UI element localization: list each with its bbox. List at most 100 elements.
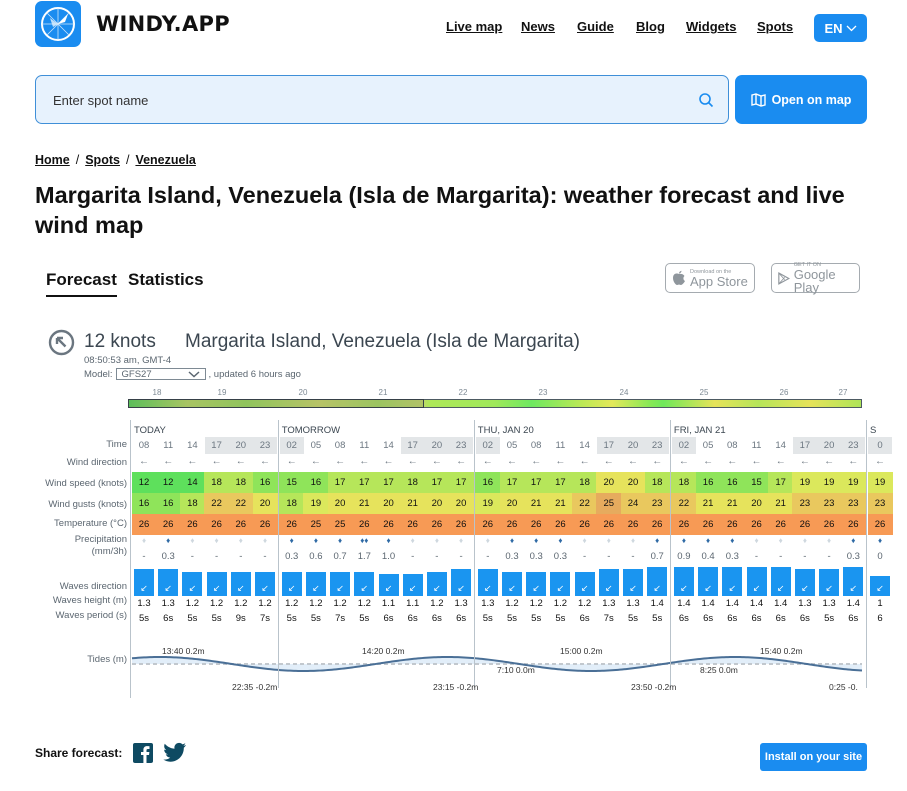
search-input[interactable] <box>53 90 673 110</box>
nav-live-map[interactable]: Live map <box>446 19 502 34</box>
raindrop-icon: ♦♦ <box>360 536 369 545</box>
wave-direction-arrow-icon: ↙ <box>580 582 589 593</box>
wind-speed-cell: 17 <box>424 472 450 493</box>
wind-speed-cell: 16 <box>719 472 745 493</box>
wave-height-value: 1.2 <box>234 598 248 609</box>
wave-direction-arrow-icon: ↙ <box>728 582 737 593</box>
wave-direction-arrow-icon: ↙ <box>140 582 148 593</box>
tab-statistics[interactable]: Statistics <box>128 270 204 290</box>
temperature-cell: 26 <box>400 514 426 535</box>
precipitation-value: - <box>459 551 463 562</box>
wave-height-value: 1.2 <box>285 598 299 609</box>
wave-period-value: 6s <box>775 613 786 624</box>
precipitation-value: - <box>631 551 635 562</box>
breadcrumb-spots[interactable]: Spots <box>85 153 120 167</box>
wave-bar: ↙ <box>819 569 840 596</box>
app-store-button[interactable]: Download on the App Store <box>665 263 755 293</box>
temperature-cell: 26 <box>792 514 818 535</box>
raindrop-icon: ♦ <box>238 536 243 545</box>
row-label-temperature: Temperature (°C) <box>54 518 127 529</box>
precipitation-value: - <box>215 551 219 562</box>
local-time: 08:50:53 am, GMT-4 <box>84 355 172 366</box>
precipitation-value: 0.3 <box>553 551 567 562</box>
wind-speed-cell: 16 <box>252 472 278 493</box>
day-label: TODAY <box>134 425 166 436</box>
wave-bar: ↙ <box>673 566 694 596</box>
wave-height-value: 1.2 <box>505 598 519 609</box>
time-cell: 08 <box>727 440 738 451</box>
tab-forecast[interactable]: Forecast <box>46 270 117 297</box>
wave-height-value: 1.3 <box>137 598 151 609</box>
nav-blog[interactable]: Blog <box>636 19 665 34</box>
time-cell: 08 <box>334 440 346 451</box>
precipitation-value: 0.3 <box>505 551 519 562</box>
tide-low-label: 0:25 -0. <box>829 682 858 692</box>
wind-speed-cell: 18 <box>572 472 598 493</box>
nav-spots[interactable]: Spots <box>757 19 793 34</box>
wave-height-value: 1.2 <box>185 598 199 609</box>
nav-widgets[interactable]: Widgets <box>686 19 736 34</box>
wave-direction-arrow-icon: ↙ <box>484 582 492 593</box>
wind-gust-cell: 22 <box>204 493 230 514</box>
wave-bar: ↙ <box>794 569 815 596</box>
search-icon[interactable] <box>698 92 714 108</box>
wave-bar: ↙ <box>722 566 743 596</box>
time-cell: 05 <box>702 440 714 451</box>
raindrop-icon: ♦ <box>606 536 611 545</box>
nav-guide[interactable]: Guide <box>577 19 614 34</box>
time-cell: 02 <box>475 437 500 454</box>
breadcrumb-home[interactable]: Home <box>35 153 70 167</box>
raindrop-icon: ♦ <box>778 536 783 545</box>
temperature-cell: 26 <box>547 514 573 535</box>
wind-direction-arrow-icon: ← <box>139 456 149 467</box>
day-separator <box>277 420 279 688</box>
brand-name[interactable]: WINDY.APP <box>96 12 230 36</box>
wave-direction-arrow-icon: ↙ <box>237 582 245 593</box>
nav-news[interactable]: News <box>521 19 555 34</box>
wind-gust-cell: 22 <box>572 493 598 514</box>
model-select[interactable]: GFS27 <box>115 368 206 380</box>
precipitation-value: 0.9 <box>677 551 691 562</box>
wave-period-value: 5s <box>824 613 835 624</box>
wave-bar: ↙ <box>746 566 767 596</box>
breadcrumb-venezuela[interactable]: Venezuela <box>135 153 195 167</box>
wave-period-value: 6s <box>383 613 394 624</box>
open-on-map-button[interactable]: Open on map <box>735 75 867 124</box>
wind-gust-cell: 16 <box>155 493 181 514</box>
wave-direction-arrow-icon: ↙ <box>849 582 858 593</box>
wave-height-value: 1.4 <box>749 598 764 609</box>
tide-high-label: 13:40 0.2m <box>162 646 205 656</box>
time-cell: 14 <box>579 440 590 451</box>
row-label-waves-height: Waves height (m) <box>52 595 127 606</box>
wind-speed-cell: 15 <box>744 472 769 493</box>
row-label-waves-direction: Waves direction <box>59 581 127 592</box>
time-cell: 14 <box>187 440 198 451</box>
temperature-cell: 26 <box>671 514 697 535</box>
facebook-icon[interactable] <box>133 743 153 763</box>
tide-mid-label: 8:25 0.0m <box>700 665 738 675</box>
precipitation-value: 0.3 <box>285 551 299 562</box>
install-on-site-button[interactable]: Install on your site <box>760 743 867 771</box>
language-selector[interactable]: EN <box>814 14 867 42</box>
wave-bar: ↙ <box>305 571 326 596</box>
google-play-button[interactable]: GET IT ON Google Play <box>771 262 860 294</box>
wind-speed-cell: 16 <box>303 472 329 493</box>
wave-bar: ↙ <box>598 569 619 596</box>
time-cell: 20 <box>228 437 253 454</box>
wind-direction-arrow-icon: ← <box>727 456 738 467</box>
wave-bar: ↙ <box>330 571 351 596</box>
windrose-logo-icon[interactable] <box>35 1 81 47</box>
wind-gust-cell: 22 <box>671 493 697 514</box>
tide-high-label: 14:20 0.2m <box>362 646 405 656</box>
timeline-day-22: 22 <box>458 388 468 397</box>
tide-low-label: 23:15 -0.2m <box>433 682 479 692</box>
wave-period-value: 6s <box>703 613 714 624</box>
raindrop-icon: ♦ <box>386 536 391 545</box>
temperature-cell: 26 <box>644 514 670 535</box>
timeline-day-19: 19 <box>217 388 227 397</box>
twitter-icon[interactable] <box>163 742 187 763</box>
raindrop-icon: ♦ <box>338 536 343 545</box>
time-cell: 11 <box>163 440 174 451</box>
timeline-window-handle[interactable] <box>128 399 424 408</box>
share-label: Share forecast: <box>35 746 123 760</box>
